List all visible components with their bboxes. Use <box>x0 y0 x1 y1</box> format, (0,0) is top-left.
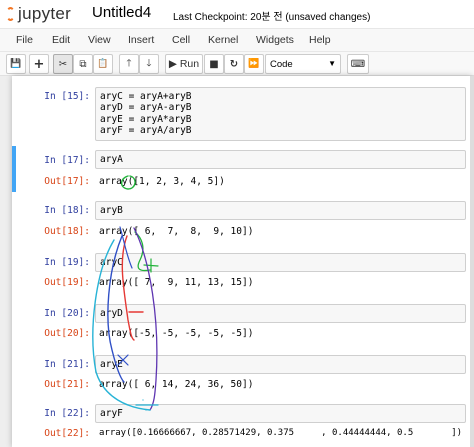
menu-help[interactable]: Help <box>309 34 331 46</box>
menu-view[interactable]: View <box>88 34 111 46</box>
notebook-container: In [15]: aryC = aryA+aryB aryD = aryA-ar… <box>12 76 472 447</box>
fast-forward-icon: ⏩ <box>248 59 260 69</box>
arrow-up-icon: 🡑 <box>126 57 132 69</box>
cell-output: array([ 6, 7, 8, 9, 10]) <box>99 226 254 237</box>
code-cell[interactable]: In [19]: aryC Out[19]: array([ 7, 9, 11,… <box>12 251 472 295</box>
save-button[interactable]: 💾 <box>6 54 26 74</box>
output-prompt: Out[19]: <box>44 277 90 288</box>
input-prompt: In [21]: <box>44 359 90 370</box>
header: jupyter Untitled4 Last Checkpoint: 20분 전… <box>0 0 474 28</box>
code-input[interactable]: aryE <box>95 355 466 374</box>
cell-output: array([ 7, 9, 11, 13, 15]) <box>99 277 254 288</box>
output-prompt: Out[18]: <box>44 226 90 237</box>
menu-kernel[interactable]: Kernel <box>208 34 238 46</box>
scissors-icon: ✂ <box>58 58 68 70</box>
code-input[interactable]: aryC = aryA+aryB aryD = aryA-aryB aryE =… <box>95 87 466 141</box>
stop-icon: ■ <box>209 58 219 70</box>
run-button[interactable]: ▶ Run <box>165 54 203 74</box>
input-prompt: In [18]: <box>44 205 90 216</box>
menu-cell[interactable]: Cell <box>172 34 190 46</box>
menubar: File Edit View Insert Cell Kernel Widget… <box>0 28 474 52</box>
input-prompt: In [15]: <box>44 91 90 102</box>
save-icon: 💾 <box>10 59 22 69</box>
output-prompt: Out[20]: <box>44 328 90 339</box>
menu-insert[interactable]: Insert <box>128 34 154 46</box>
jupyter-logo-icon <box>6 7 15 21</box>
input-prompt: In [17]: <box>44 155 90 166</box>
move-down-button[interactable]: 🡓 <box>139 54 159 74</box>
menu-file[interactable]: File <box>16 34 33 46</box>
restart-button[interactable]: ↻ <box>224 54 244 74</box>
notebook-title[interactable]: Untitled4 <box>92 4 151 21</box>
restart-icon: ↻ <box>229 58 239 70</box>
code-cell[interactable]: In [18]: aryB Out[18]: array([ 6, 7, 8, … <box>12 200 472 244</box>
copy-button[interactable]: ⧉ <box>73 54 93 74</box>
input-prompt: In [19]: <box>44 257 90 268</box>
code-cell-selected[interactable]: In [17]: aryA Out[17]: array([1, 2, 3, 4… <box>12 146 472 192</box>
cell-output: array([0.16666667, 0.28571429, 0.375 , 0… <box>99 428 463 438</box>
cell-type-select[interactable]: Code ▼ <box>265 54 341 74</box>
logo-text: jupyter <box>18 4 72 23</box>
scrollbar[interactable] <box>470 76 474 447</box>
output-prompt: Out[17]: <box>44 176 90 187</box>
cell-output: array([1, 2, 3, 4, 5]) <box>99 176 225 187</box>
menu-edit[interactable]: Edit <box>52 34 70 46</box>
code-input[interactable]: aryD <box>95 304 466 323</box>
cell-output: array([-5, -5, -5, -5, -5]) <box>99 328 254 339</box>
output-prompt: Out[21]: <box>44 379 90 390</box>
menu-widgets[interactable]: Widgets <box>256 34 294 46</box>
chevron-down-icon: ▼ <box>328 59 336 68</box>
cell-type-value: Code <box>270 58 293 70</box>
paste-button[interactable]: 📋 <box>93 54 113 74</box>
input-prompt: In [20]: <box>44 308 90 319</box>
keyboard-icon: ⌨ <box>350 58 366 70</box>
restart-run-all-button[interactable]: ⏩ <box>244 54 264 74</box>
code-input[interactable]: aryC <box>95 253 466 272</box>
output-prompt: Out[22]: <box>44 428 90 439</box>
input-prompt: In [22]: <box>44 408 90 419</box>
code-cell[interactable]: In [20]: aryD Out[20]: array([-5, -5, -5… <box>12 302 472 346</box>
toolbar: 💾 + ✂ ⧉ 📋 🡑 🡓 ▶ Run ■ ↻ ⏩ Code ▼ ⌨ <box>0 52 474 76</box>
code-cell[interactable]: In [15]: aryC = aryA+aryB aryD = aryA-ar… <box>12 86 472 141</box>
code-cell[interactable]: In [22]: aryF Out[22]: array([0.16666667… <box>12 404 472 447</box>
checkpoint-status: Last Checkpoint: 20분 전 (unsaved changes) <box>173 12 371 23</box>
arrow-down-icon: 🡓 <box>146 57 152 69</box>
interrupt-button[interactable]: ■ <box>204 54 224 74</box>
copy-icon: ⧉ <box>79 58 87 70</box>
move-up-button[interactable]: 🡑 <box>119 54 139 74</box>
code-input[interactable]: aryA <box>95 150 466 169</box>
plus-icon: + <box>33 56 45 72</box>
cell-output: array([ 6, 14, 24, 36, 50]) <box>99 379 254 390</box>
paste-icon: 📋 <box>97 59 109 69</box>
code-input[interactable]: aryF <box>95 404 466 423</box>
code-input[interactable]: aryB <box>95 201 466 220</box>
code-cell[interactable]: In [21]: aryE Out[21]: array([ 6, 14, 24… <box>12 353 472 397</box>
add-cell-button[interactable]: + <box>29 54 49 74</box>
command-palette-button[interactable]: ⌨ <box>347 54 369 74</box>
cut-button[interactable]: ✂ <box>53 54 73 74</box>
jupyter-logo[interactable]: jupyter <box>6 4 71 24</box>
